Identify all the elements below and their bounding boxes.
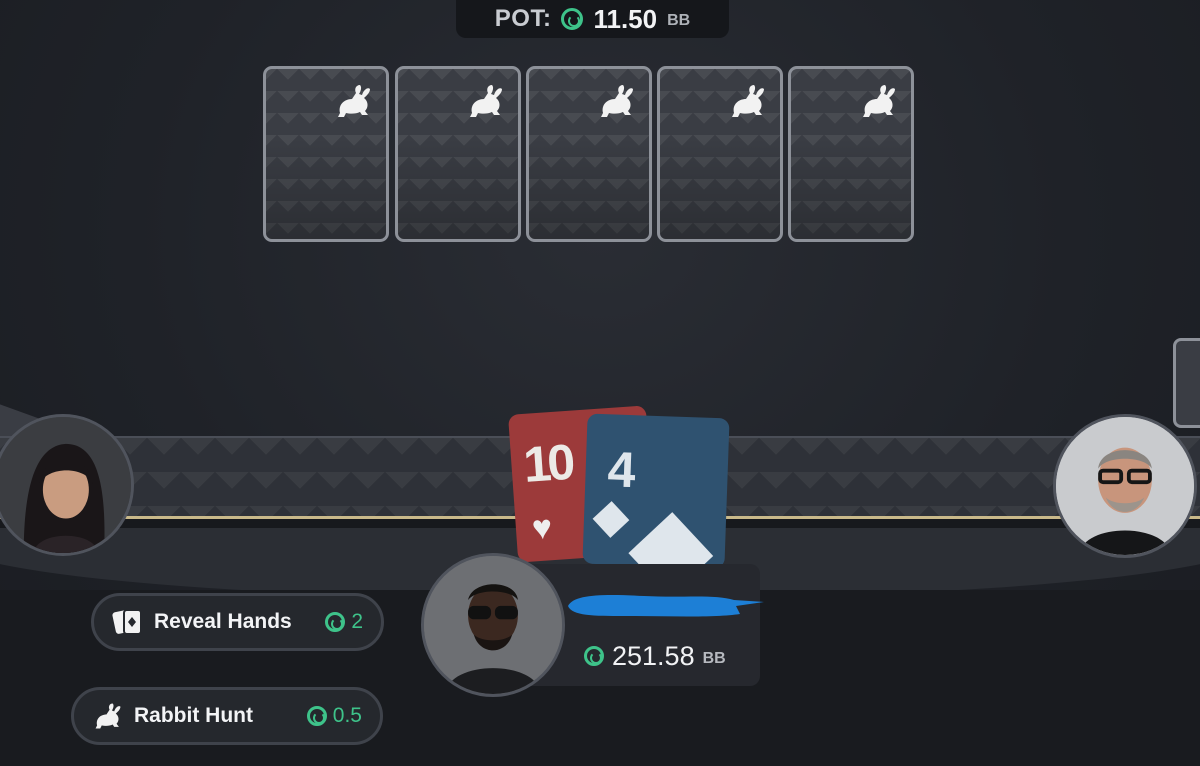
chip-icon <box>325 612 346 632</box>
rabbit-icon <box>470 85 502 117</box>
board-card-1 <box>263 66 389 242</box>
hero-stack-unit: BB <box>702 650 726 667</box>
chip-icon <box>561 8 584 30</box>
player-portrait <box>424 556 562 694</box>
card-rank: 10 <box>521 433 573 493</box>
chip-icon <box>584 646 604 666</box>
heart-icon: ♥ <box>530 508 554 548</box>
board-card-2 <box>395 66 521 242</box>
pot-display: POT: 11.50 BB <box>456 0 729 38</box>
rabbit-icon <box>732 85 764 117</box>
chip-icon <box>306 706 327 726</box>
hole-card-four-diamonds: 4 <box>582 413 730 569</box>
pot-unit: BB <box>667 12 691 29</box>
player-portrait <box>1056 417 1194 555</box>
board-card-5 <box>788 66 914 242</box>
rabbit-icon <box>863 85 895 117</box>
diamond-icon <box>628 512 714 569</box>
reveal-hands-cost: 2 <box>325 610 363 634</box>
diamond-icon <box>592 501 630 538</box>
hero-stack: 251.58 BB <box>584 640 726 672</box>
community-board <box>263 66 917 242</box>
pot-label: POT: <box>494 5 552 32</box>
rabbit-icon <box>338 85 370 117</box>
rabbit-icon <box>601 85 633 117</box>
reveal-hands-label: Reveal Hands <box>154 610 292 633</box>
hero-avatar[interactable] <box>421 553 565 697</box>
board-card-4 <box>657 66 783 242</box>
opponent-avatar-right[interactable] <box>1053 414 1197 558</box>
rabbit-icon <box>95 703 121 729</box>
rabbit-hunt-cost-value: 0.5 <box>332 704 362 727</box>
board-card-3 <box>526 66 652 242</box>
rabbit-hunt-label: Rabbit Hunt <box>134 704 253 727</box>
hero-name-redacted <box>568 595 764 617</box>
player-portrait <box>0 417 131 553</box>
reveal-hands-cost-value: 2 <box>351 610 363 633</box>
reveal-hands-button[interactable]: Reveal Hands 2 <box>91 593 384 651</box>
pot-value: 11.50 <box>593 3 658 34</box>
hero-stack-value: 251.58 <box>612 640 695 671</box>
card-rank: 4 <box>606 441 637 499</box>
opponent-card-right <box>1173 338 1200 428</box>
cards-icon <box>112 609 142 635</box>
rabbit-hunt-button[interactable]: Rabbit Hunt 0.5 <box>71 687 383 745</box>
rabbit-hunt-cost: 0.5 <box>306 704 362 728</box>
